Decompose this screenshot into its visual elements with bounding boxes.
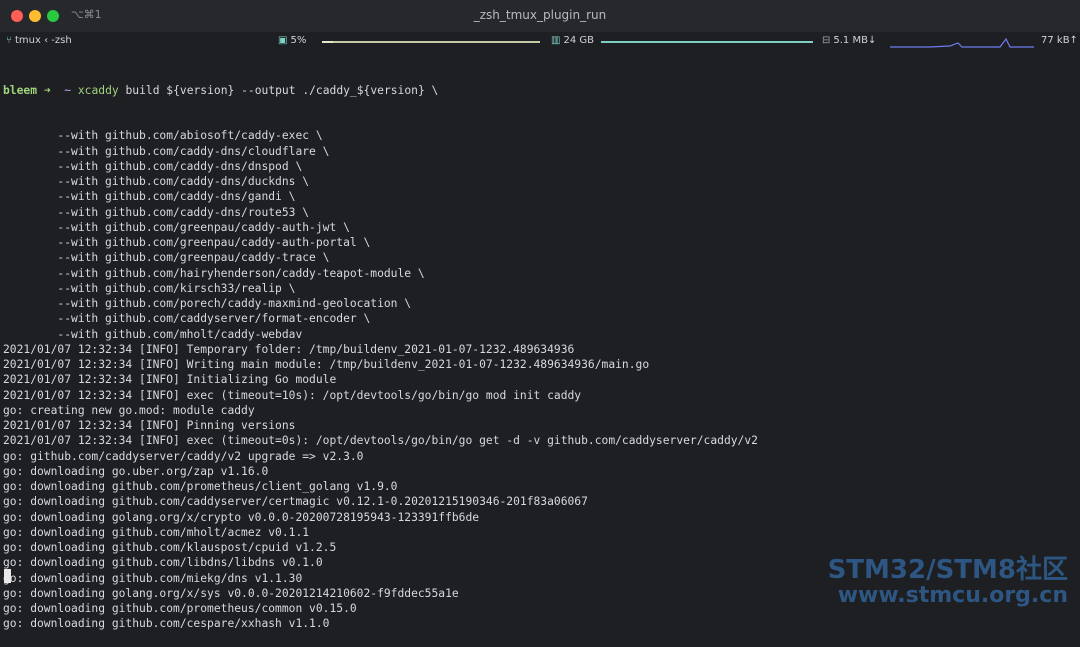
terminal-line: --with github.com/kirsch33/realip \ <box>3 281 296 295</box>
terminal-line: --with github.com/abiosoft/caddy-exec \ <box>3 129 323 143</box>
terminal-line: go: downloading github.com/caddyserver/c… <box>3 495 588 509</box>
session-segment: ⑂ tmux ‹ -zsh <box>6 35 72 46</box>
command-args: build ${version} --output ./caddy_${vers… <box>118 83 439 97</box>
branch-icon: ⑂ <box>6 35 12 46</box>
prompt-directory: ~ <box>64 83 72 97</box>
terminal-line: go: downloading github.com/prometheus/cl… <box>3 480 398 493</box>
net-up-value: 77 kB↑ <box>1041 35 1078 46</box>
memory-icon: ▥ <box>551 35 561 46</box>
terminal-line: --with github.com/caddy-dns/gandi \ <box>3 190 296 204</box>
terminal-line: go: github.com/caddyserver/caddy/v2 upgr… <box>3 449 364 463</box>
prompt-arrow: ➜ <box>43 83 51 97</box>
terminal-line: 2021/01/07 12:32:34 [INFO] exec (timeout… <box>3 388 582 402</box>
terminal-line: --with github.com/caddy-dns/cloudflare \ <box>3 144 330 158</box>
watermark: STM32/STM8社区 www.stmcu.org.cn <box>828 556 1068 608</box>
cpu-meter-fill <box>322 41 333 43</box>
terminal-line: go: downloading github.com/klauspost/cpu… <box>3 541 337 554</box>
terminal-line: --with github.com/caddy-dns/route53 \ <box>3 205 310 219</box>
terminal-line: 2021/01/07 12:32:34 [INFO] exec (timeout… <box>3 434 758 448</box>
terminal-line: go: downloading github.com/cespare/xxhas… <box>3 617 330 631</box>
terminal-line: --with github.com/mholt/caddy-webdav <box>3 327 303 341</box>
cpu-segment: ▣ 5% <box>278 35 306 46</box>
memory-value: 24 GB <box>563 35 594 46</box>
terminal-line: --with github.com/porech/caddy-maxmind-g… <box>3 297 412 310</box>
terminal-cursor <box>4 569 11 583</box>
terminal-line: --with github.com/caddyserver/format-enc… <box>3 312 371 326</box>
window-title: _zsh_tmux_plugin_run <box>473 8 607 22</box>
window-titlebar: ⌥⌘1 _zsh_tmux_plugin_run <box>0 0 1080 32</box>
terminal-line: go: creating new go.mod: module caddy <box>3 403 255 417</box>
cpu-chip-icon: ▣ <box>278 35 288 46</box>
network-icon: ⊟ <box>822 35 831 46</box>
terminal-line: 2021/01/07 12:32:34 [INFO] Temporary fol… <box>3 342 575 356</box>
net-down-value: 5.1 MB↓ <box>833 35 877 46</box>
tmux-status-bar: ⑂ tmux ‹ -zsh ▣ 5% ▥ 24 GB ⊟ 5.1 MB↓ 77 kB↑ <box>0 32 1080 52</box>
terminal-line: 2021/01/07 12:32:34 [INFO] Writing main … <box>3 358 650 371</box>
terminal-line: 2021/01/07 12:32:34 [INFO] Initializing … <box>3 373 337 387</box>
terminal-line: --with github.com/caddy-dns/dnspod \ <box>3 159 303 173</box>
terminal-line: --with github.com/caddy-dns/duckdns \ <box>3 175 310 188</box>
memory-meter-fill <box>601 41 813 43</box>
session-label: tmux ‹ -zsh <box>15 35 72 46</box>
terminal-line: go: downloading go.uber.org/zap v1.16.0 <box>3 464 269 478</box>
memory-segment: ▥ 24 GB <box>551 35 594 46</box>
watermark-title: STM32/STM8社区 <box>827 555 1068 585</box>
terminal-line: --with github.com/greenpau/caddy-trace \ <box>3 251 330 265</box>
terminal-line: --with github.com/hairyhenderson/caddy-t… <box>3 266 425 280</box>
command-name: xcaddy <box>77 83 119 97</box>
net-down-segment: ⊟ 5.1 MB↓ <box>822 35 876 46</box>
cpu-meter-track <box>322 41 540 43</box>
network-sparkline <box>890 37 1034 48</box>
terminal-line: 2021/01/07 12:32:34 [INFO] Pinning versi… <box>3 419 296 432</box>
prompt-line: bleem ➜ ~ xcaddy build ${version} --outp… <box>3 83 1077 98</box>
cpu-value: 5% <box>290 35 307 46</box>
terminal-line: --with github.com/greenpau/caddy-auth-po… <box>3 236 371 249</box>
watermark-url: www.stmcu.org.cn <box>837 583 1068 608</box>
terminal-line: go: downloading github.com/mholt/acmez v… <box>3 525 310 539</box>
terminal-line: go: downloading golang.org/x/crypto v0.0… <box>3 510 480 524</box>
terminal-line: --with github.com/greenpau/caddy-auth-jw… <box>3 220 350 234</box>
prompt-user: bleem <box>3 83 38 97</box>
